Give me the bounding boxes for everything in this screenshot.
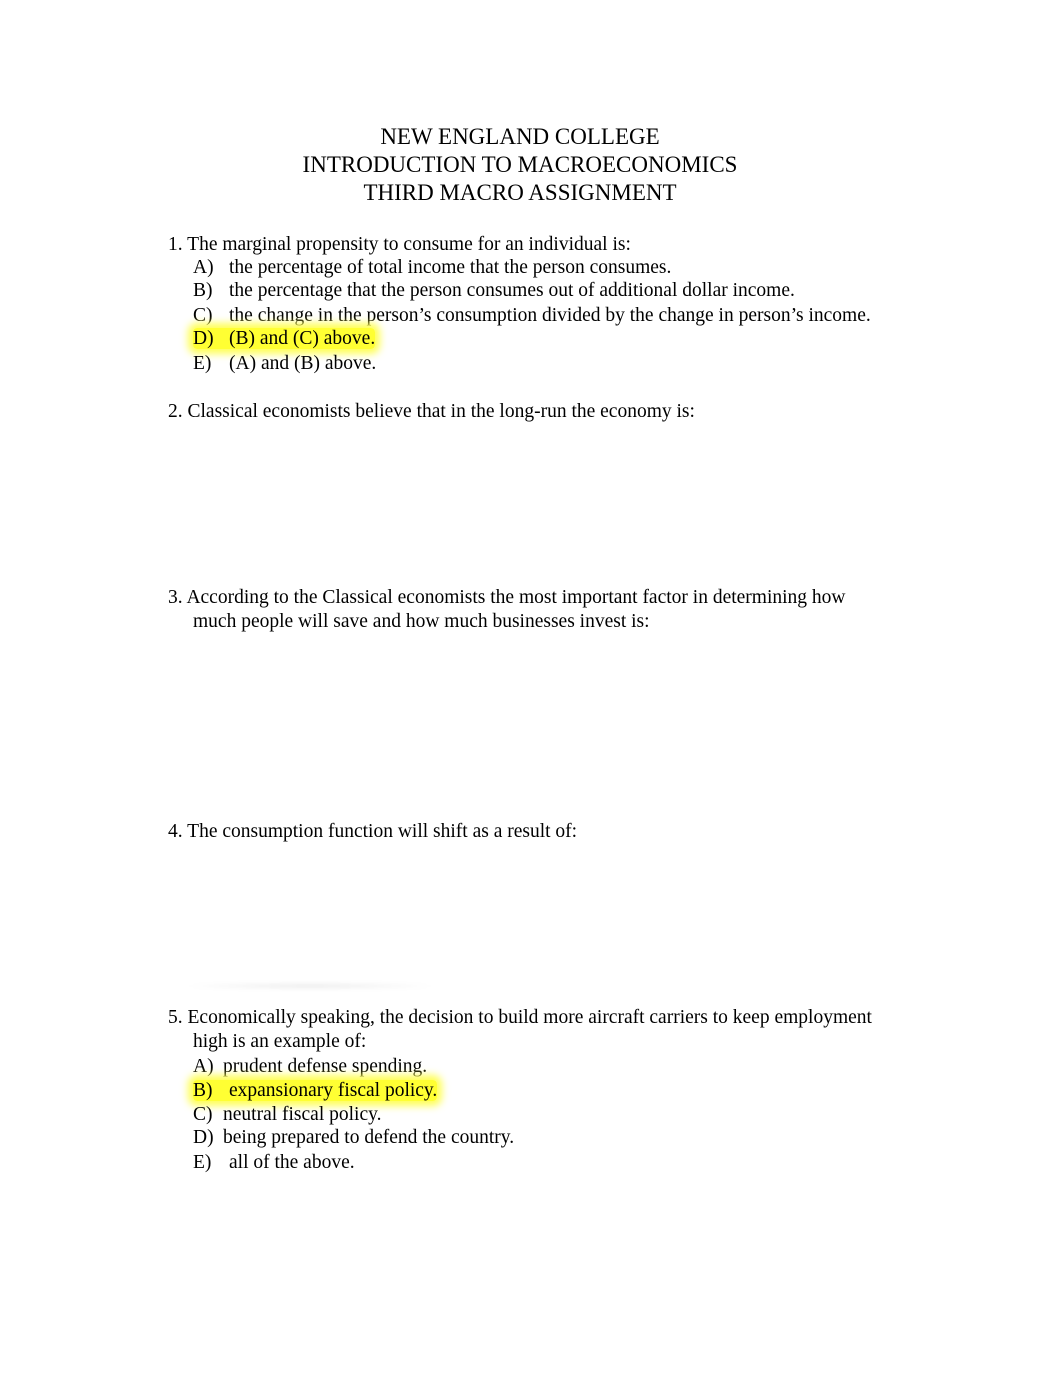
option-text: (A) and (B) above. [229, 353, 377, 374]
option-letter: C) [193, 305, 213, 326]
option-text: prudent defense spending. [223, 1056, 428, 1077]
question-1-option-a: A) the percentage of total income that th… [193, 256, 671, 280]
option-letter: B) [193, 280, 213, 301]
option-text: all of the above. [229, 1152, 355, 1173]
question-2: 2. Classical economists believe that in … [168, 400, 695, 424]
course-title: INTRODUCTION TO MACROECONOMICS [302, 152, 738, 177]
question-1: 1. The marginal propensity to consume fo… [168, 233, 631, 257]
option-text: being prepared to defend the country. [223, 1127, 515, 1148]
question-5-option-c: C) neutral fiscal policy. [193, 1103, 381, 1127]
question-1-option-c: C) the change in the person’s consumption… [193, 304, 871, 328]
option-letter: E) [193, 353, 212, 374]
option-text: (B) and (C) above. [229, 328, 376, 349]
option-letter: A) [193, 257, 214, 278]
question-text: The consumption function will shift as a… [187, 821, 578, 842]
option-letter: A) [193, 1056, 214, 1077]
question-1-option-e: E) (A) and (B) above. [193, 352, 376, 376]
question-number: 5. [168, 1007, 183, 1028]
question-text-continuation: much people will save and how much busin… [193, 611, 650, 632]
option-text: the change in the person’s consumption d… [229, 305, 871, 326]
option-text: the percentage of total income that the … [229, 257, 672, 278]
option-text: expansionary fiscal policy. [229, 1080, 438, 1101]
option-letter: E) [193, 1152, 212, 1173]
question-3: 3. According to the Classical economists… [168, 586, 846, 634]
option-text: the percentage that the person consumes … [229, 280, 795, 301]
question-5: 5. Economically speaking, the decision t… [168, 1006, 872, 1054]
answer-highlight: B) expansionary fiscal policy. [193, 1080, 438, 1101]
question-text: The marginal propensity to consume for a… [187, 234, 631, 255]
question-5-option-a: A) prudent defense spending. [193, 1055, 427, 1079]
document-page: NEW ENGLAND COLLEGE INTRODUCTION TO MACR… [0, 0, 1062, 1377]
option-text: neutral fiscal policy. [223, 1104, 382, 1125]
question-1-option-d: D) (B) and (C) above. [193, 327, 376, 351]
option-letter: D) [193, 1127, 214, 1148]
college-name: NEW ENGLAND COLLEGE [380, 124, 660, 149]
assignment-title: THIRD MACRO ASSIGNMENT [363, 180, 677, 205]
question-text: Economically speaking, the decision to b… [187, 1007, 872, 1028]
question-5-option-d: D) being prepared to defend the country. [193, 1126, 514, 1150]
scan-smudge [180, 983, 440, 989]
question-text: According to the Classical economists th… [186, 587, 846, 608]
option-letter: B) [193, 1080, 213, 1101]
question-5-option-e: E) all of the above. [193, 1151, 355, 1175]
question-4: 4. The consumption function will shift a… [168, 820, 577, 844]
question-number: 3. [168, 587, 183, 608]
question-5-option-b: B) expansionary fiscal policy. [193, 1079, 438, 1103]
option-letter: D) [193, 328, 214, 349]
question-number: 2. [168, 401, 183, 422]
question-text: Classical economists believe that in the… [187, 401, 695, 422]
question-text-continuation: high is an example of: [193, 1031, 367, 1052]
question-number: 1. [168, 234, 183, 255]
question-1-option-b: B) the percentage that the person consume… [193, 279, 795, 303]
question-number: 4. [168, 821, 183, 842]
answer-highlight: D) (B) and (C) above. [193, 328, 376, 349]
option-letter: C) [193, 1104, 213, 1125]
